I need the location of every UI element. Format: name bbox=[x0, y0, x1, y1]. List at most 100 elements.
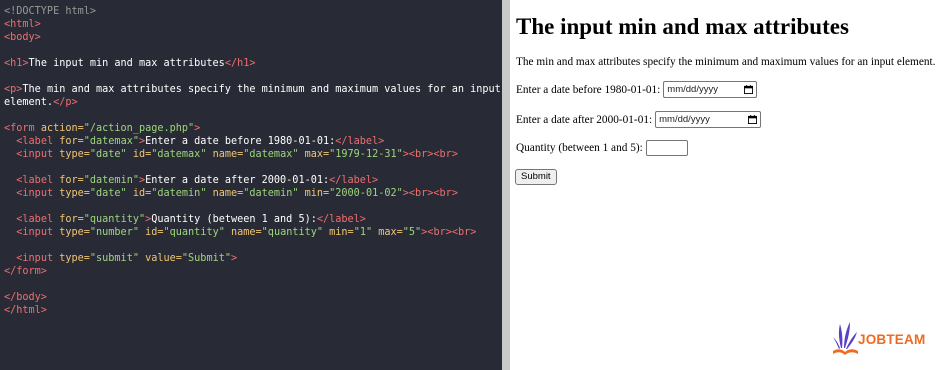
code-line: </html> bbox=[4, 304, 47, 317]
code-token: <h1> bbox=[4, 58, 29, 69]
code-token: name= bbox=[224, 227, 262, 238]
code-token: </label> bbox=[335, 136, 385, 147]
code-token: <!DOCTYPE html> bbox=[4, 6, 97, 17]
code-token: "quantity" bbox=[83, 214, 146, 225]
code-line: </form> bbox=[4, 265, 47, 278]
code-token: ><br><br> bbox=[402, 149, 458, 160]
code-token: <input bbox=[16, 227, 60, 238]
code-token: id= bbox=[126, 149, 152, 160]
code-token: <input bbox=[16, 188, 60, 199]
code-token: "number" bbox=[89, 227, 139, 238]
code-line: <form action="/action_page.php"> bbox=[4, 122, 200, 135]
datemax-date-input[interactable]: mm/dd/yyyy bbox=[663, 81, 758, 98]
code-token: name= bbox=[206, 188, 244, 199]
submit-button[interactable]: Submit bbox=[515, 169, 557, 185]
code-token: "submit" bbox=[89, 253, 139, 264]
code-line: </body> bbox=[4, 291, 47, 304]
code-line: <label for="datemin">Enter a date after … bbox=[4, 174, 378, 187]
datemin-date-input[interactable]: mm/dd/yyyy bbox=[655, 111, 762, 128]
code-token: "5" bbox=[402, 227, 422, 238]
code-token: Enter a date before 1980-01-01: bbox=[145, 136, 336, 147]
code-token: "datemax" bbox=[151, 149, 207, 160]
quantity-number-input[interactable] bbox=[645, 140, 688, 156]
code-token: </form> bbox=[4, 266, 47, 277]
quantity-label: Quantity (between 1 and 5): bbox=[516, 142, 643, 154]
code-token: > bbox=[194, 123, 201, 134]
code-token: "quantity" bbox=[261, 227, 324, 238]
code-line: <input type="date" id="datemin" name="da… bbox=[4, 187, 458, 200]
datemax-row: Enter a date before 1980-01-01: mm/dd/yy… bbox=[516, 81, 758, 98]
code-line: <input type="date" id="datemax" name="da… bbox=[4, 148, 458, 161]
code-line: <p>The min and max attributes specify th… bbox=[4, 83, 501, 96]
code-token: "datemax" bbox=[243, 149, 299, 160]
datemax-label: Enter a date before 1980-01-01: bbox=[516, 83, 661, 96]
code-token: value= bbox=[138, 253, 182, 264]
code-token: <form bbox=[4, 123, 41, 134]
code-editor[interactable]: <!DOCTYPE html> <html> <body> <h1>The input… bbox=[0, 0, 502, 370]
code-line: <body> bbox=[4, 31, 41, 44]
result-pane: The input min and max attributes The min… bbox=[510, 0, 946, 370]
code-token: <body> bbox=[4, 32, 41, 43]
code-token: min= bbox=[298, 188, 330, 199]
code-token: type= bbox=[59, 188, 90, 199]
code-token: Enter a date after 2000-01-01: bbox=[145, 175, 330, 186]
code-token: <label bbox=[16, 175, 60, 186]
code-token: <html> bbox=[4, 19, 41, 30]
code-token: </h1> bbox=[224, 58, 256, 69]
code-line: <h1>The input min and max attributes</h1… bbox=[4, 57, 256, 70]
code-token: The min and max attributes specify the m… bbox=[22, 84, 501, 95]
code-token: "Submit" bbox=[181, 253, 231, 264]
code-line: <html> bbox=[4, 18, 41, 31]
code-token: </p> bbox=[53, 97, 78, 108]
code-line: <label for="datemax">Enter a date before… bbox=[4, 135, 384, 148]
book-leaves-icon bbox=[833, 322, 858, 355]
result-heading: The input min and max attributes bbox=[516, 14, 849, 39]
code-token: Quantity (between 1 and 5): bbox=[151, 214, 317, 225]
code-token: max= bbox=[372, 227, 403, 238]
calendar-icon[interactable] bbox=[744, 85, 754, 94]
jobteam-logo: JOBTEAM bbox=[832, 318, 942, 362]
datemin-row: Enter a date after 2000-01-01: mm/dd/yyy… bbox=[516, 111, 762, 128]
code-line: <!DOCTYPE html> bbox=[4, 5, 96, 18]
result-paragraph: The min and max attributes specify the m… bbox=[516, 56, 936, 68]
code-token: The input min and max attributes bbox=[28, 58, 225, 69]
code-token: <label bbox=[16, 136, 60, 147]
code-token: for= bbox=[59, 175, 84, 186]
code-line: <label for="quantity">Quantity (between … bbox=[4, 213, 366, 226]
code-token: for= bbox=[59, 214, 84, 225]
code-token: action= bbox=[40, 123, 84, 134]
code-token: ><br><br> bbox=[402, 188, 458, 199]
code-token: type= bbox=[59, 149, 90, 160]
code-token: </body> bbox=[4, 292, 47, 303]
code-line: element.</p> bbox=[4, 96, 78, 109]
datemin-label: Enter a date after 2000-01-01: bbox=[516, 113, 653, 126]
code-token: "1979-12-31" bbox=[329, 149, 403, 160]
datemin-placeholder: mm/dd/yyyy bbox=[659, 114, 710, 125]
pane-splitter[interactable] bbox=[502, 0, 510, 370]
datemax-placeholder: mm/dd/yyyy bbox=[667, 84, 718, 95]
code-token: min= bbox=[323, 227, 354, 238]
code-token: "datemin" bbox=[243, 188, 299, 199]
code-token: "date" bbox=[89, 188, 127, 199]
code-token: ><br><br> bbox=[421, 227, 477, 238]
code-token: <input bbox=[16, 253, 60, 264]
code-token: max= bbox=[298, 149, 330, 160]
code-token: <p> bbox=[4, 84, 23, 95]
code-token: </label> bbox=[329, 175, 379, 186]
code-token: "quantity" bbox=[163, 227, 225, 238]
code-token: "datemax" bbox=[83, 136, 139, 147]
logo-text: JOBTEAM bbox=[858, 332, 926, 347]
code-token: element. bbox=[4, 97, 54, 108]
code-token: "1" bbox=[353, 227, 373, 238]
calendar-icon[interactable] bbox=[748, 115, 758, 124]
code-line: <input type="number" id="quantity" name=… bbox=[4, 226, 476, 239]
code-token: </label> bbox=[316, 214, 366, 225]
quantity-row: Quantity (between 1 and 5): bbox=[516, 140, 688, 156]
code-token: <label bbox=[16, 214, 60, 225]
